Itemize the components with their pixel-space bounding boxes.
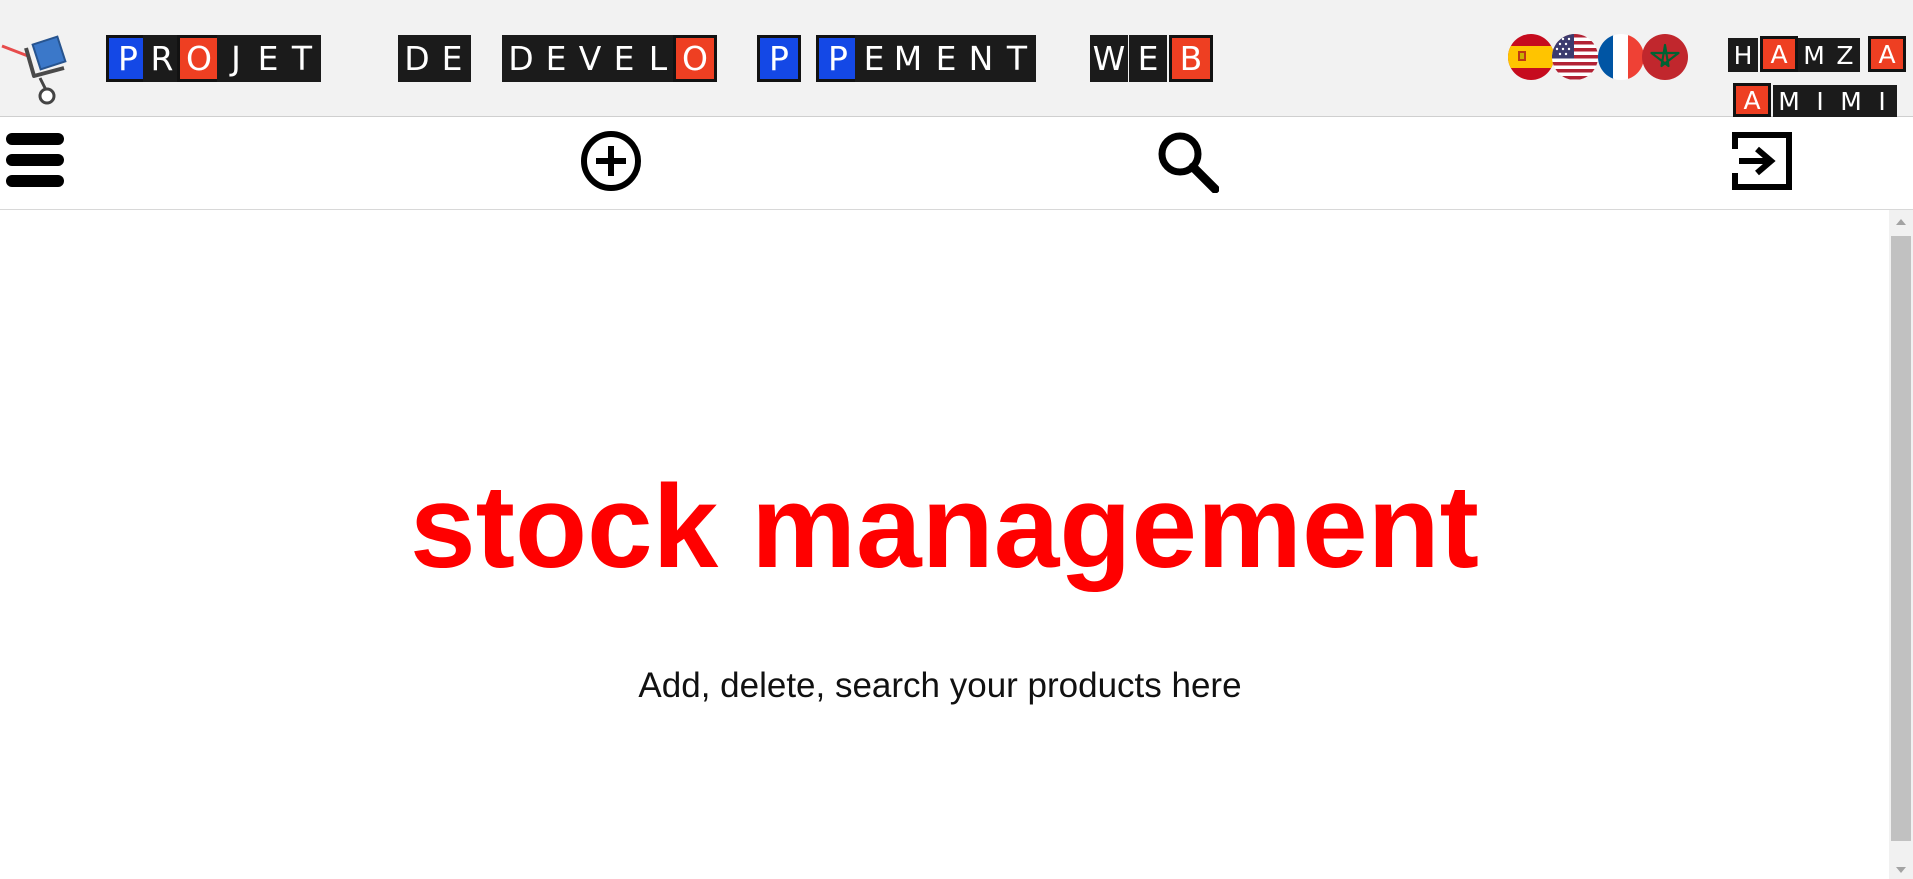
letter-tile: H (1728, 38, 1758, 72)
hamburger-menu-icon (6, 133, 64, 187)
letter-tile: M (1835, 85, 1867, 117)
letter-tile: A (1733, 83, 1771, 117)
add-product-button[interactable] (579, 129, 643, 193)
page-subtitle: Add, delete, search your products here (638, 666, 1242, 705)
letter-tile: M (1773, 85, 1805, 117)
scroll-up-arrow-icon[interactable] (1890, 214, 1912, 232)
letter-tile: I (1867, 85, 1897, 117)
add-circle-icon (581, 131, 641, 191)
logout-button[interactable] (1731, 129, 1795, 193)
app-header: PROJETDEDEVELOPPEMENTWEB H A M Z A A M I… (0, 0, 1913, 117)
letter-tile: A (1868, 36, 1906, 72)
search-product-button[interactable] (1155, 129, 1220, 194)
letter-tile: A (1760, 36, 1798, 72)
logout-icon (1732, 132, 1792, 190)
main-content: stock management Add, delete, search you… (0, 210, 1889, 879)
letter-tile: Z (1830, 38, 1860, 72)
search-icon (1158, 132, 1220, 194)
letter-tile: I (1805, 85, 1835, 117)
page-title: stock management (410, 461, 1479, 593)
scroll-down-arrow-icon[interactable] (1890, 860, 1912, 878)
author-name: HAMZAAMIMI (0, 0, 1913, 117)
main-toolbar (0, 117, 1913, 210)
scrollbar-thumb[interactable] (1891, 236, 1911, 841)
menu-button[interactable] (4, 129, 66, 191)
letter-tile: M (1798, 38, 1830, 72)
